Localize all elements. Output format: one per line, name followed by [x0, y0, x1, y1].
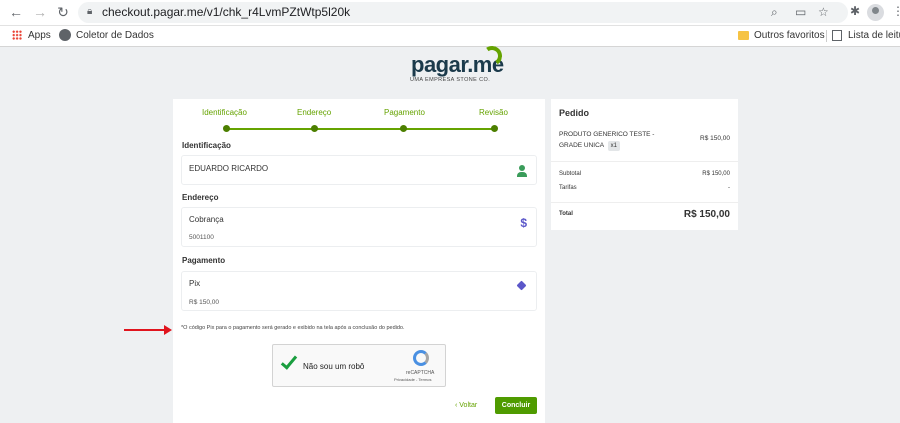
step-identificacao[interactable]: Identificação — [202, 108, 247, 117]
payment-amount: R$ 150,00 — [189, 299, 219, 306]
step-dot — [491, 125, 498, 132]
payment-method: Pix — [189, 279, 201, 288]
apps-grid-icon — [12, 30, 22, 40]
annotation-arrow — [124, 329, 166, 331]
back-link[interactable]: ‹ Voltar — [455, 402, 477, 409]
recaptcha-logo-icon — [413, 350, 429, 366]
checkout-card: Identificação Endereço Pagamento Revisão… — [173, 99, 545, 423]
dollar-icon: $ — [520, 216, 527, 230]
tab-search-icon[interactable]: ▭ — [795, 5, 806, 19]
logo-tagline: UMA EMPRESA STONE CO. — [410, 77, 491, 83]
product-name: PRODUTO GENERICO TESTE - GRADE UNICA x1 — [559, 129, 679, 151]
user-icon — [517, 165, 527, 177]
bookmark-lista-leitura[interactable]: Lista de leitura — [848, 30, 900, 41]
bookmarks-bar: Apps Coletor de Dados Outros favoritos L… — [0, 26, 900, 47]
progress-line — [226, 128, 494, 130]
pix-note: *O código Pix para o pagamento será gera… — [181, 325, 405, 331]
reload-icon[interactable]: ↻ — [55, 4, 71, 20]
recaptcha-brand: reCAPTCHA — [406, 370, 435, 376]
bookmark-star-icon[interactable]: ☆ — [818, 5, 829, 19]
total-label: Total — [559, 211, 573, 217]
checkmark-icon[interactable] — [280, 352, 298, 370]
step-endereco[interactable]: Endereço — [297, 108, 331, 117]
step-dot — [311, 125, 318, 132]
tarifas-value: - — [728, 185, 730, 191]
back-arrow-icon[interactable]: ← — [8, 4, 24, 20]
product-price: R$ 150,00 — [700, 135, 730, 142]
folder-icon — [738, 31, 749, 40]
step-dot — [223, 125, 230, 132]
identificacao-box[interactable]: EDUARDO RICARDO — [181, 155, 537, 185]
step-pagamento[interactable]: Pagamento — [384, 108, 425, 117]
bookmark-separator — [826, 30, 827, 42]
zoom-icon[interactable]: ⌕ — [771, 5, 778, 20]
pix-icon — [516, 280, 527, 291]
reading-list-icon — [832, 30, 842, 41]
extensions-icon[interactable]: ✱ — [850, 4, 860, 18]
endereco-title: Endereço — [182, 193, 219, 202]
order-title: Pedido — [559, 108, 590, 118]
subtotal-value: R$ 150,00 — [702, 171, 730, 177]
pagamento-box[interactable]: Pix R$ 150,00 — [181, 271, 537, 311]
browser-toolbar: ← → ↻ 🔒︎ checkout.pagar.me/v1/chk_r4LvmP… — [0, 0, 900, 26]
recaptcha-widget[interactable]: Não sou um robô reCAPTCHA Privacidade - … — [272, 344, 446, 387]
recaptcha-label: Não sou um robô — [303, 362, 365, 371]
divider — [551, 161, 738, 162]
divider — [551, 202, 738, 203]
total-value: R$ 150,00 — [683, 209, 730, 220]
product-name-text: PRODUTO GENERICO TESTE - GRADE UNICA — [559, 131, 655, 149]
forward-arrow-icon[interactable]: → — [32, 4, 48, 20]
subtotal-label: Subtotal — [559, 171, 582, 177]
address-cep: 5001100 — [189, 234, 214, 241]
url-text[interactable]: checkout.pagar.me/v1/chk_r4LvmPZtWtp5l20… — [102, 5, 350, 19]
bookmark-apps[interactable]: Apps — [28, 30, 51, 41]
tarifas-label: Tarifas — [559, 185, 577, 191]
recaptcha-links[interactable]: Privacidade - Termos — [394, 377, 432, 382]
step-revisao[interactable]: Revisão — [479, 108, 508, 117]
quantity-badge: x1 — [607, 141, 620, 151]
step-dot — [400, 125, 407, 132]
globe-icon — [59, 29, 71, 41]
endereco-box[interactable]: Cobrança 5001100 $ — [181, 207, 537, 247]
customer-name: EDUARDO RICARDO — [189, 164, 269, 173]
annotation-arrow-head — [164, 325, 172, 335]
lock-icon: 🔒︎ — [87, 6, 93, 17]
bookmark-coletor[interactable]: Coletor de Dados — [76, 30, 154, 41]
order-summary-card: Pedido PRODUTO GENERICO TESTE - GRADE UN… — [551, 99, 738, 230]
address-type: Cobrança — [189, 215, 224, 224]
identificacao-title: Identificação — [182, 141, 231, 150]
address-bar[interactable]: 🔒︎ checkout.pagar.me/v1/chk_r4LvmPZtWtp5… — [78, 2, 848, 23]
profile-avatar[interactable] — [867, 4, 884, 21]
pagamento-title: Pagamento — [182, 256, 226, 265]
menu-icon[interactable]: ⋮ — [892, 4, 900, 18]
bookmark-outros-favoritos[interactable]: Outros favoritos — [754, 30, 825, 41]
submit-button[interactable]: Concluir — [495, 397, 537, 414]
